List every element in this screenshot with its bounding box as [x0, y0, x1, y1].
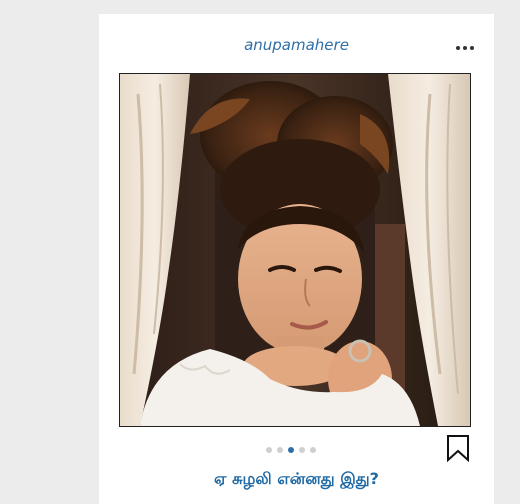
post-photo[interactable]: [119, 73, 471, 427]
more-dot: [470, 46, 474, 50]
carousel-indicator: [266, 447, 316, 453]
carousel-dot[interactable]: [266, 447, 272, 453]
carousel-dot[interactable]: [310, 447, 316, 453]
portrait-photo-illustration: [120, 74, 470, 426]
more-options-icon[interactable]: [456, 44, 476, 52]
carousel-dot[interactable]: [277, 447, 283, 453]
post-username[interactable]: anupamahere: [99, 36, 494, 54]
post-caption: ஏ சுழலி என்னது இது?: [214, 469, 379, 488]
more-dot: [463, 46, 467, 50]
instagram-post-card: anupamahere ஏ சுழலி என்னது இது?: [99, 14, 494, 504]
more-dot: [456, 46, 460, 50]
carousel-dot[interactable]: [299, 447, 305, 453]
bookmark-icon[interactable]: [445, 434, 471, 463]
carousel-dot-active[interactable]: [288, 447, 294, 453]
